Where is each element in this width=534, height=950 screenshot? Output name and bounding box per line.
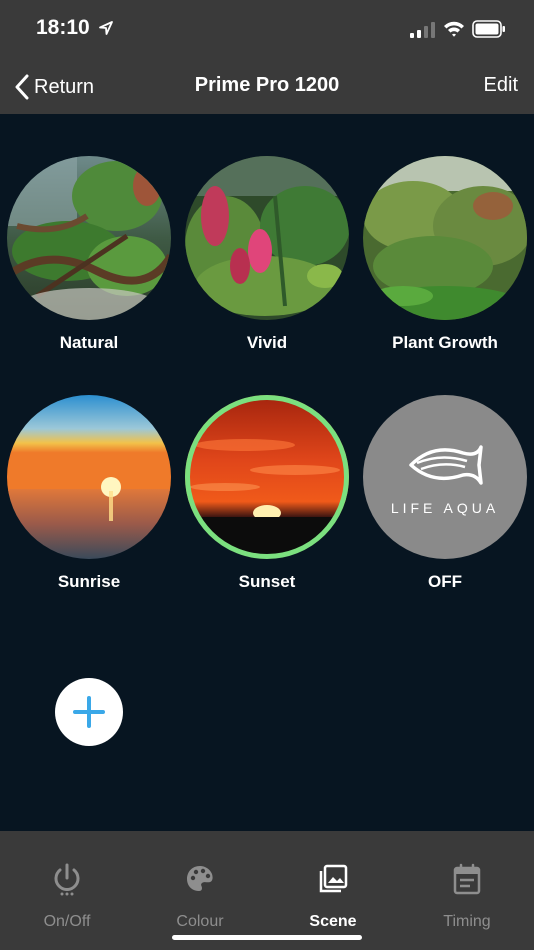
tab-label: On/Off	[43, 913, 91, 930]
cellular-signal-icon	[410, 22, 435, 38]
scene-off[interactable]: LIFE AQUA OFF	[363, 395, 527, 591]
edit-button[interactable]: Edit	[484, 74, 518, 97]
home-indicator	[172, 935, 362, 940]
navigation-bar: Return Prime Pro 1200 Edit	[0, 60, 534, 114]
palette-icon	[187, 866, 213, 891]
status-time: 18:10	[36, 16, 90, 39]
calendar-icon	[453, 863, 481, 895]
scene-sunrise[interactable]: Sunrise	[7, 395, 171, 591]
scene-vivid-image	[185, 156, 349, 320]
wifi-icon	[444, 21, 464, 37]
scene-natural-image	[7, 156, 171, 320]
tab-timing[interactable]: Timing	[417, 863, 517, 931]
scene-label: Plant Growth	[392, 333, 498, 352]
status-bar: 18:10	[0, 0, 534, 60]
back-chevron-icon	[15, 74, 29, 100]
scene-vivid[interactable]: Vivid	[185, 156, 349, 352]
plus-icon	[73, 696, 105, 728]
battery-icon	[472, 20, 505, 38]
scene-natural[interactable]: Natural	[7, 156, 171, 352]
tab-scene[interactable]: Scene	[283, 863, 383, 931]
tab-bar: On/Off Colour Scene Timing	[0, 831, 534, 950]
scene-plant-growth-image	[363, 156, 527, 320]
tab-on-off[interactable]: On/Off	[17, 863, 117, 931]
tab-label: Colour	[176, 913, 224, 930]
scene-label: OFF	[428, 572, 462, 591]
tab-label: Scene	[309, 913, 357, 930]
return-label: Return	[34, 75, 95, 98]
power-icon	[54, 863, 80, 896]
life-aqua-logo-text: LIFE AQUA	[390, 500, 500, 516]
add-scene-button[interactable]	[55, 678, 123, 746]
scene-sunrise-image	[7, 395, 171, 559]
life-aqua-fish-logo-icon	[409, 445, 483, 485]
scene-off-image: LIFE AQUA	[363, 395, 527, 559]
tab-colour[interactable]: Colour	[150, 863, 250, 931]
selected-ring	[185, 395, 349, 559]
tab-label: Timing	[443, 913, 491, 930]
location-arrow-icon	[99, 21, 113, 35]
return-button[interactable]: Return	[14, 72, 94, 102]
image-gallery-icon	[319, 864, 348, 893]
scene-plant-growth[interactable]: Plant Growth	[363, 156, 527, 352]
scene-sunset[interactable]: Sunset	[185, 395, 349, 591]
